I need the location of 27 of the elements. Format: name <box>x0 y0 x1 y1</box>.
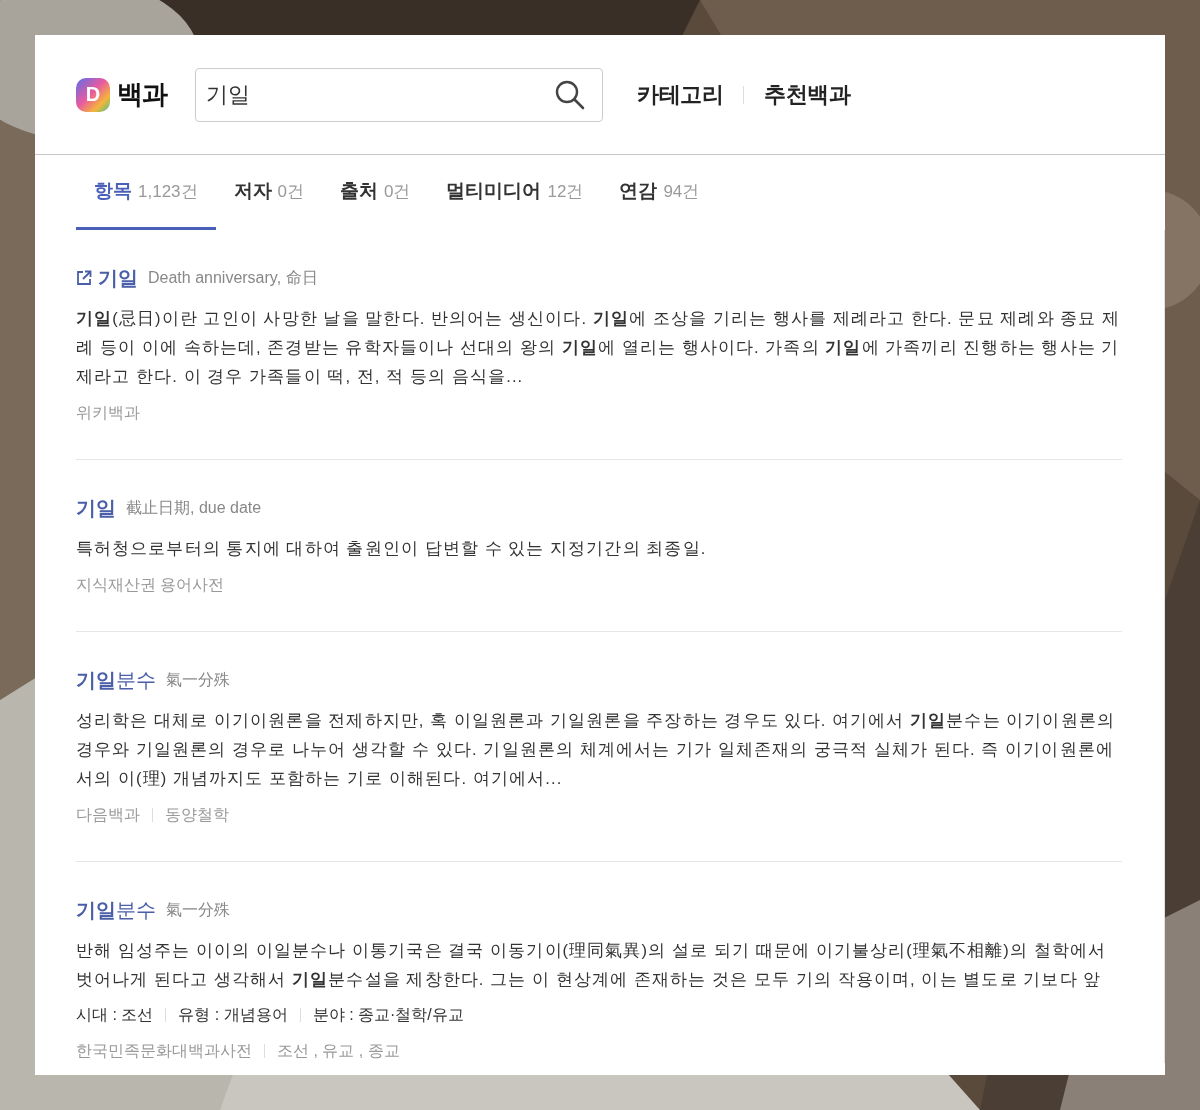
nav-link[interactable]: 카테고리 <box>637 79 723 110</box>
result-subtitle: Death anniversary, 命日 <box>148 267 318 288</box>
nav-link[interactable]: 추천백과 <box>764 79 850 110</box>
result-snippet: 기일(忌日)이란 고인이 사망한 날을 말한다. 반의어는 생신이다. 기일에 조상을 기리는 행사를 제례라고 한다. 문묘 제례와 종묘 제례 등이 이에 속하는데, 존경받는 유학자들이나 선대의 왕의 기일에 열리는 행사이다. 가족의 기일에 가족끼리 진행하는 행사는 기제라고 한다. 이 경우 가족들이 떡, 전, 적 등의 음식을... <box>76 308 1122 387</box>
meta-info: 유형 : 개념용어 <box>178 1005 288 1025</box>
result-title[interactable]: 기일 <box>76 494 116 522</box>
search-field[interactable]: 기일 <box>195 67 603 122</box>
result-title[interactable]: 기일분수 <box>76 896 156 924</box>
result-title[interactable]: 기일 <box>98 264 138 292</box>
search-icon[interactable] <box>555 79 585 110</box>
tab[interactable]: 연감 94건 <box>601 155 718 230</box>
logo-text[interactable]: 백과 <box>117 77 167 112</box>
result-subtitle: 氣一分殊 <box>166 669 230 690</box>
external-link-icon[interactable] <box>76 270 92 286</box>
result-snippet: 성리학은 대체로 이기이원론을 전제하지만, 혹 이일원론과 기일원론을 주장하는 경우도 있다. 여기에서 기일분수는 이기이원론의 경우와 기일원론의 경우로 나누어 생각할 수 있다. 기일원론의 체계에서는 기가 일체존재의 궁극적 실체가 된다. 즉 이기이원론에서의 이(理) 개념까지도 포함하는 기로 이해된다. 여기에서... <box>76 710 1116 789</box>
tab[interactable]: 멀티미디어 12건 <box>428 155 602 230</box>
result-snippet: 특허청으로부터의 통지에 대하여 출원인이 답변할 수 있는 지정기간의 최종일. <box>76 538 708 559</box>
meta-info: 분야 : 종교·철학/유교 <box>312 1005 464 1025</box>
result-snippet: 반해 임성주는 이이의 이일분수나 이통기국은 결국 이동기이(理同氣異)의 설로 되기 때문에 이기불상리(理氣不相離)의 철학에서 벗어나게 된다고 생각해서 기일분수설을 제창한다. 그는 이 현상계에 존재하는 것은 모두 기의 작용이며, 이는 별도로 기보다 앞 <box>76 940 1108 990</box>
result-title[interactable]: 기일분수 <box>76 666 156 694</box>
tab[interactable]: 항목 1,123건 <box>76 155 216 230</box>
tab[interactable]: 저자 0건 <box>215 155 322 230</box>
result-subtitle: 截止日期, due date <box>126 497 262 518</box>
meta-info: 시대 : 조선 <box>76 1005 154 1025</box>
result-subtitle: 氣一分殊 <box>166 899 230 920</box>
tab[interactable]: 출처 0건 <box>322 155 429 230</box>
logo-icon[interactable]: D <box>76 77 110 112</box>
